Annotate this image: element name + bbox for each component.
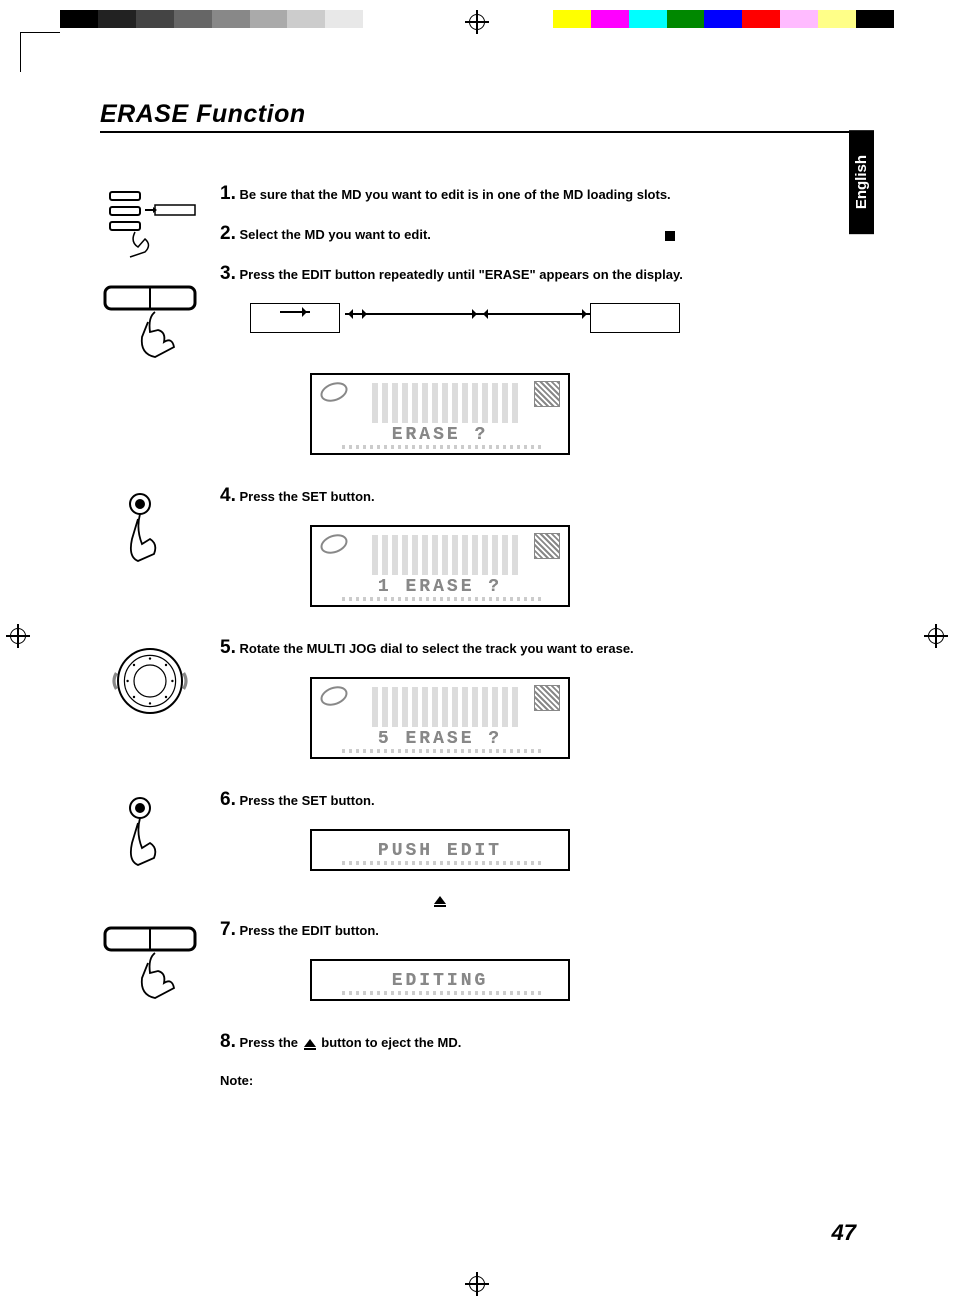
registration-mark-icon	[465, 10, 489, 34]
button-press-icon	[100, 282, 200, 362]
language-tab: English	[849, 130, 874, 234]
registration-mark-icon	[465, 1272, 489, 1296]
jog-dial-icon	[100, 641, 200, 721]
lcd-display-editing: EDITING	[310, 959, 570, 1001]
registration-mark-icon	[924, 624, 948, 648]
lcd-display-1-erase: 1 ERASE ?	[310, 525, 570, 607]
step-number: 6.	[220, 789, 236, 810]
lcd-text: 5 ERASE ?	[378, 729, 502, 749]
step-6: 6. Press the SET button.	[220, 789, 864, 811]
lcd-text: 1 ERASE ?	[378, 577, 502, 597]
finger-press-icon	[100, 793, 200, 873]
lcd-display-push-edit: PUSH EDIT	[310, 829, 570, 871]
step-1: 1. Be sure that the MD you want to edit …	[220, 183, 864, 205]
step-text: Press the EDIT button repeatedly until "…	[239, 267, 682, 282]
step-text: Select the MD you want to edit.	[239, 227, 430, 242]
lcd-display-5-erase: 5 ERASE ?	[310, 677, 570, 759]
step-number: 8.	[220, 1031, 236, 1052]
step-text: Press the SET button.	[239, 489, 374, 504]
note-label: Note:	[220, 1073, 864, 1088]
step-number: 2.	[220, 223, 236, 244]
registration-mark-icon	[6, 624, 30, 648]
manual-page: English ERASE Function 1. Be sure t	[0, 0, 954, 1306]
step-8: 8. Press the button to eject the MD.	[220, 1031, 864, 1053]
eject-icon	[434, 896, 446, 904]
section-title: ERASE Function	[100, 100, 306, 128]
lcd-text: PUSH EDIT	[378, 841, 502, 861]
step-number: 4.	[220, 485, 236, 506]
lcd-text: EDITING	[392, 971, 489, 991]
crop-mark	[20, 32, 60, 72]
step-text: Rotate the MULTI JOG dial to select the …	[239, 641, 633, 656]
button-press-icon	[100, 923, 200, 1003]
step-text: Press the SET button.	[239, 793, 374, 808]
step-text: button to eject the MD.	[318, 1035, 462, 1050]
step-text: Press the EDIT button.	[239, 923, 378, 938]
step-3: 3. Press the EDIT button repeatedly unti…	[220, 263, 864, 285]
lcd-display-erase: ERASE ?	[310, 373, 570, 455]
step-7: 7. Press the EDIT button.	[220, 919, 864, 941]
step-number: 1.	[220, 183, 236, 204]
eject-icon	[304, 1039, 316, 1047]
step-text: Be sure that the MD you want to edit is …	[239, 187, 670, 202]
edit-cycle-diagram	[250, 303, 670, 363]
step-5: 5. Rotate the MULTI JOG dial to select t…	[220, 637, 864, 659]
section-title-row: ERASE Function	[100, 100, 864, 133]
step-number: 3.	[220, 263, 236, 284]
finger-press-icon	[100, 489, 200, 569]
step-text: Press the	[239, 1035, 301, 1050]
page-number: 47	[832, 1220, 856, 1246]
stop-icon	[665, 231, 675, 241]
md-slot-icon	[100, 187, 200, 267]
step-number: 5.	[220, 637, 236, 658]
step-4: 4. Press the SET button.	[220, 485, 864, 507]
step-2: 2. Select the MD you want to edit.	[220, 223, 864, 245]
lcd-text: ERASE ?	[392, 425, 489, 445]
step-number: 7.	[220, 919, 236, 940]
